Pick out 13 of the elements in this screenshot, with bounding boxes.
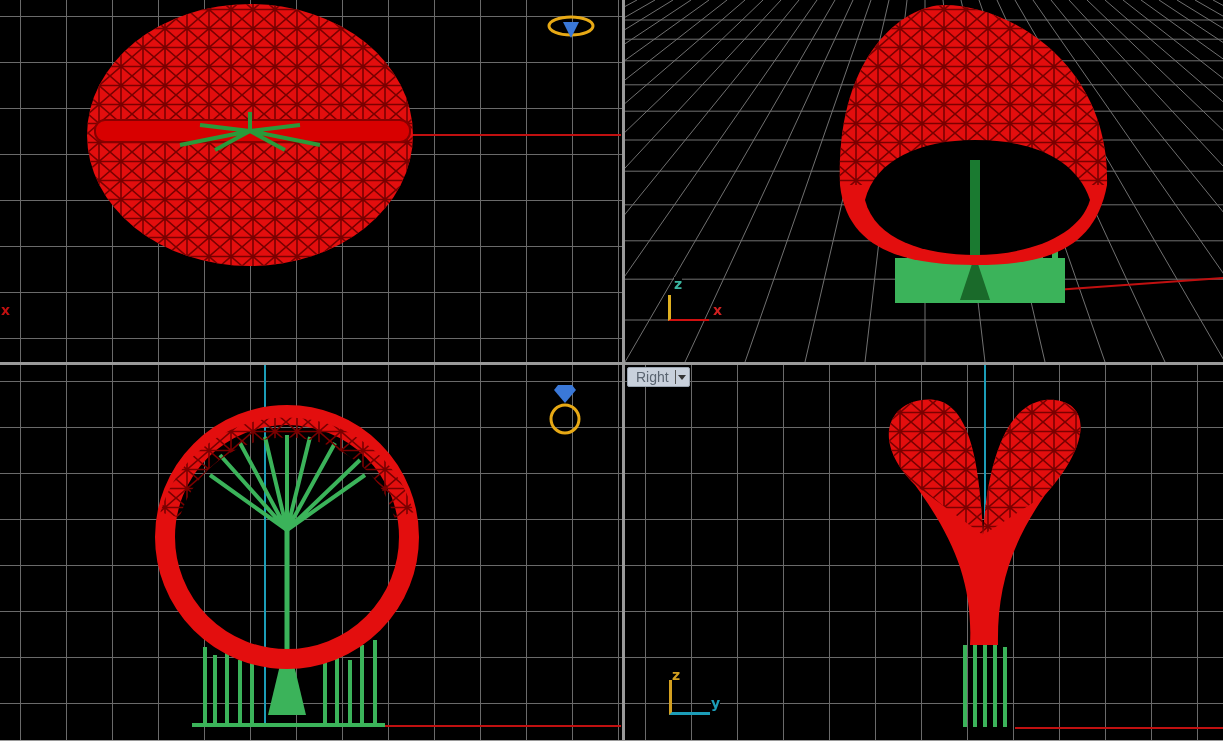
axis-label: x [713,303,723,317]
ring-orientation-icon[interactable] [547,15,595,38]
viewport[interactable] [0,365,622,740]
viewport[interactable]: Right z y [625,365,1223,740]
axis-gizmo-icon [669,680,710,715]
axis-gizmo-icon [668,295,709,321]
caret-icon[interactable] [674,370,686,384]
axis-label: z [674,277,683,291]
viewport-label-tab[interactable]: Right [627,367,690,387]
ring-icon[interactable] [549,385,581,435]
axis-label: x [1,302,11,318]
viewport[interactable]: z x [625,0,1223,362]
axis-label: z [672,668,681,682]
